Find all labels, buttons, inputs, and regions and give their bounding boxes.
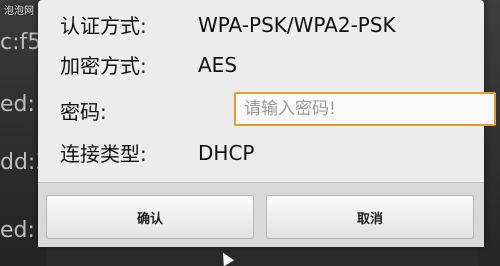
auth-label: 认证方式: bbox=[60, 14, 147, 38]
password-row: 密码: bbox=[60, 96, 198, 125]
connection-type-row: 连接类型: DHCP bbox=[60, 138, 254, 167]
encryption-label: 加密方式: bbox=[60, 54, 147, 78]
encryption-row: 加密方式: AES bbox=[60, 50, 237, 79]
mouse-cursor-icon bbox=[217, 249, 235, 266]
connection-type-label: 连接类型: bbox=[60, 142, 147, 166]
watermark: 泡泡网 bbox=[4, 6, 34, 17]
cancel-button[interactable]: 取消 bbox=[266, 195, 474, 239]
confirm-button[interactable]: 确认 bbox=[46, 195, 254, 239]
password-label: 密码: bbox=[60, 100, 107, 124]
auth-row: 认证方式: WPA-PSK/WPA2-PSK bbox=[60, 10, 396, 39]
auth-value: WPA-PSK/WPA2-PSK bbox=[198, 12, 396, 37]
encryption-value: AES bbox=[198, 52, 238, 77]
connection-type-value: DHCP bbox=[198, 140, 255, 165]
password-input[interactable] bbox=[234, 92, 496, 126]
wifi-connect-dialog: 认证方式: WPA-PSK/WPA2-PSK 加密方式: AES 密码: 连接类… bbox=[38, 0, 496, 247]
button-bar: 确认 取消 bbox=[38, 182, 484, 247]
